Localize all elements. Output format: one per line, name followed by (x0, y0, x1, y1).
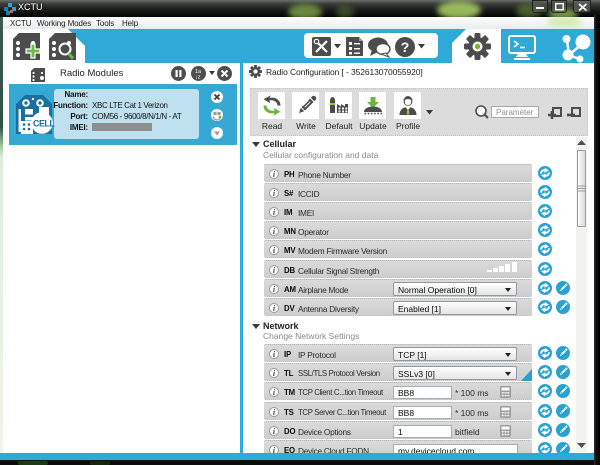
svg-text:CELL: CELL (33, 119, 55, 129)
svg-text:↓z: ↓z (195, 75, 201, 81)
svg-text:?: ? (401, 39, 410, 55)
